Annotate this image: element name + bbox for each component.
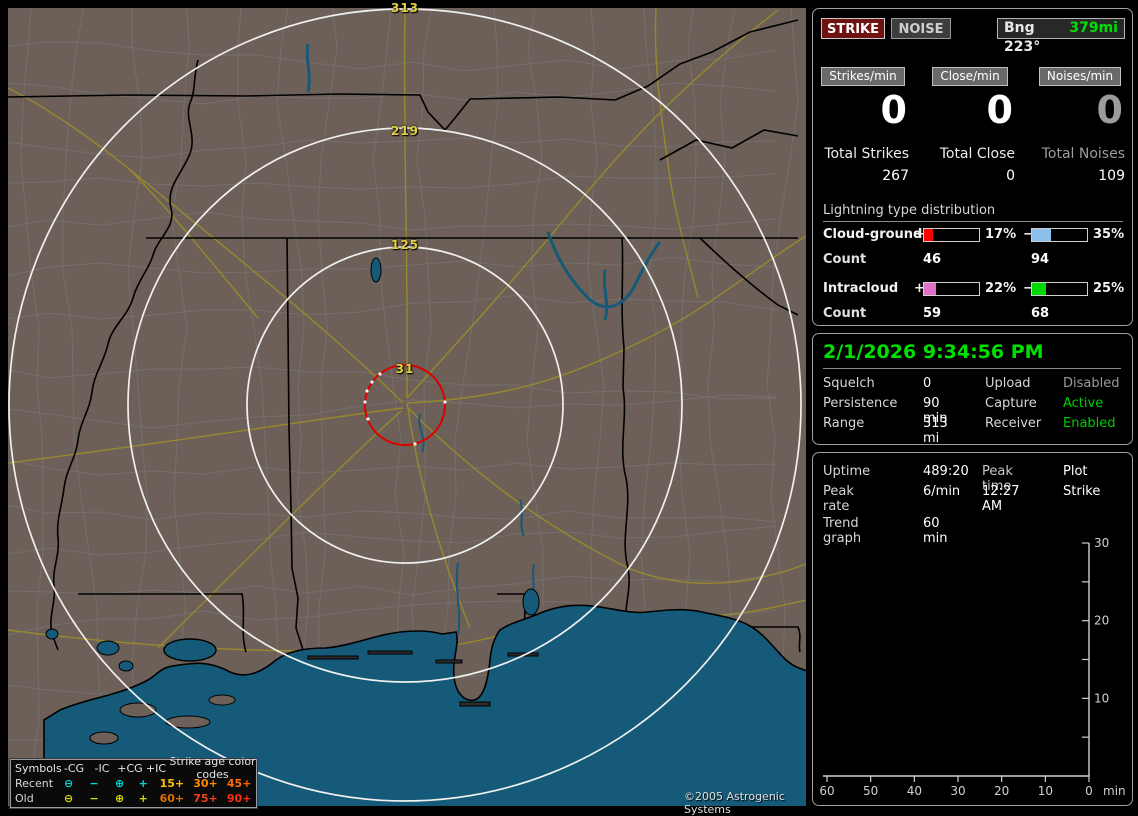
system-status-panel: 2/1/2026 9:34:56 PM Squelch 0 Upload Dis… [812, 333, 1133, 446]
strike-button[interactable]: STRIKE [821, 18, 885, 39]
receiver-label: Receiver [985, 416, 1042, 431]
svg-text:min: min [1103, 784, 1126, 798]
strike-stats-panel: STRIKE NOISE Bng 223° 379mi Strikes/min … [812, 8, 1133, 326]
cg-pos-pct: 17% [985, 227, 1017, 242]
total-noises-value: 109 [1098, 168, 1125, 184]
capture-value: Active [1063, 396, 1104, 411]
capture-label: Capture [985, 396, 1037, 411]
copyright-text: ©2005 Astrogenic Systems [684, 790, 785, 816]
legend-row-old-label: Old [15, 791, 34, 805]
svg-text:20: 20 [1094, 614, 1109, 628]
total-noises-label: Total Noises [1041, 146, 1125, 162]
pos-cg-recent-icon: ⊕ [114, 776, 125, 790]
legend-col-neg-ic: -IC [94, 761, 110, 775]
noise-button[interactable]: NOISE [891, 18, 951, 39]
legend-row-recent-label: Recent [15, 776, 54, 790]
total-strikes-label: Total Strikes [824, 146, 909, 162]
range-ring-label-125: 125 [390, 238, 420, 252]
svg-text:40: 40 [907, 784, 922, 798]
persistence-label: Persistence [823, 396, 898, 411]
cg-neg-bar [1031, 228, 1088, 242]
total-close-label: Total Close [939, 146, 1015, 162]
receiver-value: Enabled [1063, 416, 1116, 431]
peak-rate-value: 6/min [923, 484, 961, 499]
upload-value: Disabled [1063, 376, 1120, 391]
bearing-value: Bng 223° [1004, 20, 1041, 55]
svg-text:20: 20 [994, 784, 1009, 798]
svg-text:10: 10 [1094, 691, 1109, 705]
svg-text:60: 60 [819, 784, 834, 798]
age-60: 60+ [159, 791, 185, 805]
plot-label: Plot [1063, 464, 1088, 479]
squelch-value: 0 [923, 376, 932, 391]
pos-ic-recent-icon: + [138, 776, 148, 790]
trend-panel: Uptime 489:20 Peak time Plot Peak rate 6… [812, 452, 1133, 806]
range-ring-label-219: 219 [390, 124, 420, 138]
noises-per-min-button[interactable]: Noises/min [1038, 67, 1122, 86]
pos-ic-old-icon: + [138, 791, 148, 805]
total-close-value: 0 [1006, 168, 1015, 184]
ic-neg-pct: 25% [1093, 281, 1125, 296]
svg-text:30: 30 [950, 784, 965, 798]
uptime-label: Uptime [823, 464, 871, 479]
cg-pos-bar [923, 228, 980, 242]
range-value: 313 mi [923, 416, 948, 446]
neg-ic-old-icon: − [89, 791, 99, 805]
ic-neg-bar [1031, 282, 1088, 296]
squelch-label: Squelch [823, 376, 875, 391]
close-rate-value: 0 [986, 88, 1013, 132]
datetime-display: 2/1/2026 9:34:56 PM [823, 341, 1121, 369]
pos-cg-old-icon: ⊕ [114, 791, 125, 805]
ic-pos-bar [923, 282, 980, 296]
legend-symbols-header: Symbols [15, 761, 62, 775]
age-75: 75+ [193, 791, 218, 805]
neg-cg-old-icon: ⊖ [64, 791, 74, 805]
uptime-value: 489:20 [923, 464, 969, 479]
trend-graph: 10 20 30 60 50 40 30 20 10 0 min [819, 536, 1126, 798]
strike-map[interactable]: 313 219 125 31 Symbols -CG -IC +CG +IC S… [8, 1, 806, 816]
svg-text:30: 30 [1094, 536, 1109, 550]
count-label: Count [823, 252, 867, 267]
ic-pos-pct: 22% [985, 281, 1017, 296]
plot-value: Strike [1063, 484, 1101, 499]
neg-cg-recent-icon: ⊖ [64, 776, 74, 790]
close-per-min-button[interactable]: Close/min [932, 67, 1008, 86]
svg-text:50: 50 [863, 784, 878, 798]
total-strikes-value: 267 [882, 168, 909, 184]
age-15: 15+ [159, 776, 185, 790]
symbols-legend: Symbols -CG -IC +CG +IC Strike age color… [9, 755, 258, 809]
noises-rate-value: 0 [1096, 88, 1123, 132]
legend-col-neg-cg: -CG [63, 761, 85, 775]
cloud-ground-label: Cloud-ground [823, 227, 923, 242]
neg-ic-recent-icon: − [89, 776, 99, 790]
strikes-per-min-button[interactable]: Strikes/min [821, 67, 905, 86]
intracloud-label: Intracloud [823, 281, 899, 296]
legend-col-pos-cg: +CG [117, 761, 143, 775]
cg-pos-count: 46 [923, 252, 942, 267]
range-label: Range [823, 416, 865, 431]
age-90: 90+ [226, 791, 252, 805]
cg-neg-pct: 35% [1093, 227, 1125, 242]
range-ring-label-313: 313 [390, 1, 420, 15]
ic-neg-count: 68 [1031, 306, 1050, 321]
svg-text:10: 10 [1038, 784, 1053, 798]
bearing-display: Bng 223° 379mi [997, 18, 1125, 55]
distribution-title: Lightning type distribution [823, 203, 1123, 222]
age-45: 45+ [226, 776, 252, 790]
lightning-distribution: Lightning type distribution Cloud-ground… [823, 203, 1124, 321]
legend-col-pos-ic: +IC [145, 761, 167, 775]
ic-pos-count: 59 [923, 306, 942, 321]
peak-rate-label: Peak rate [823, 484, 854, 514]
bearing-range: 379mi [1069, 20, 1118, 36]
upload-label: Upload [985, 376, 1031, 391]
svg-text:0: 0 [1085, 784, 1093, 798]
strikes-rate-value: 0 [880, 88, 907, 132]
cg-neg-count: 94 [1031, 252, 1050, 267]
age-30: 30+ [193, 776, 218, 790]
count-label: Count [823, 306, 867, 321]
peak-time-value: 12:27 AM [982, 484, 1020, 514]
range-ring-label-31: 31 [395, 362, 415, 376]
